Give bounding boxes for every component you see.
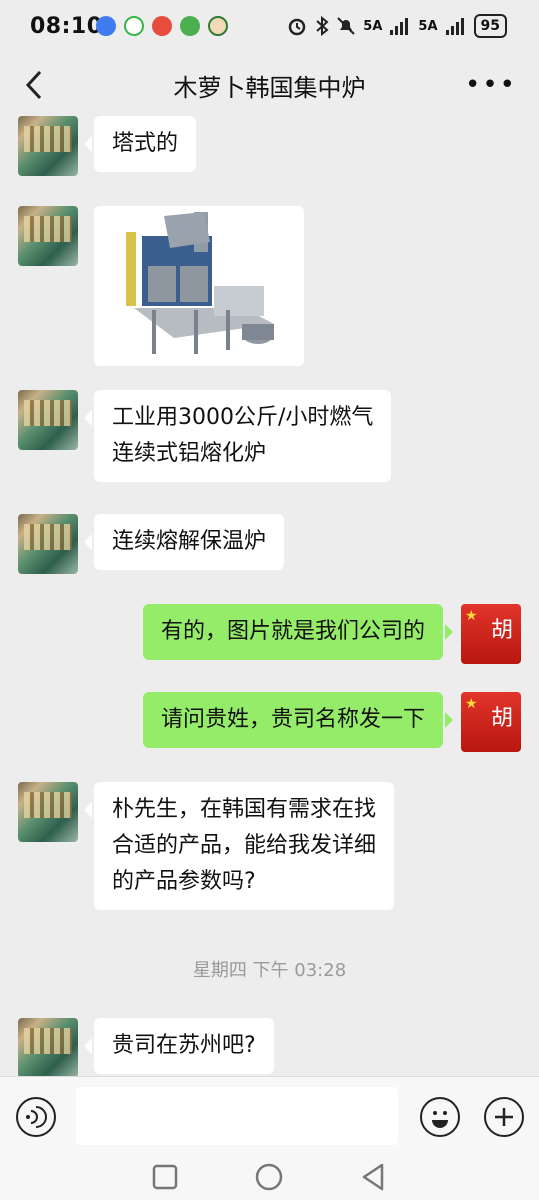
battery-indicator: 95: [473, 14, 507, 38]
chat-message-list[interactable]: 塔式的 工业用3000公斤/小时燃气 连续式铝熔化炉 连续熔解保温炉 ★ 胡 有…: [0, 114, 539, 1076]
avatar-char: 胡: [490, 618, 513, 643]
message-bubble-sent[interactable]: 请问贵姓，贵司名称发一下: [142, 692, 454, 748]
message-text-input[interactable]: [76, 1087, 398, 1145]
chat-title: 木萝卜韩国集中炉: [173, 74, 366, 102]
message-bubble-sent[interactable]: 有的，图片就是我们公司的: [142, 604, 454, 660]
back-nav-icon[interactable]: [360, 1163, 386, 1191]
message-bubble[interactable]: 工业用3000公斤/小时燃气 连续式铝熔化炉: [83, 390, 392, 482]
contact-avatar[interactable]: [18, 206, 78, 266]
message-text: 连续熔解保温炉: [112, 529, 267, 554]
sad-face-icon: [152, 16, 172, 36]
message-text-line: 合适的产品，能给我发详细: [112, 833, 377, 858]
alarm-icon: [289, 18, 306, 36]
system-nav-bar: [0, 1158, 539, 1200]
message-text-line: 朴先生，在韩国有需求在找: [112, 797, 377, 822]
contact-avatar[interactable]: [18, 116, 78, 176]
person-app-icon: [208, 16, 228, 36]
android-icon: [180, 16, 200, 36]
status-indicators: 5A 5A 95: [287, 14, 507, 38]
emoji-icon[interactable]: [420, 1097, 460, 1137]
contact-avatar[interactable]: [18, 390, 78, 450]
message-text-line: 连续式铝熔化炉: [112, 441, 267, 466]
mute-bell-icon: [337, 17, 356, 35]
smiley-face-icon: [432, 1111, 448, 1128]
voice-input-icon[interactable]: [16, 1097, 56, 1137]
chat-app-icon: [124, 16, 144, 36]
message-text: 贵司在苏州吧?: [112, 1033, 256, 1058]
my-avatar[interactable]: ★ 胡: [461, 692, 521, 752]
voice-app-icon: [96, 16, 116, 36]
voice-wave-icon: [26, 1106, 47, 1128]
add-attachment-icon[interactable]: [484, 1097, 524, 1137]
status-app-icons: [96, 16, 228, 36]
message-bubble[interactable]: 贵司在苏州吧?: [84, 1018, 274, 1074]
home-icon[interactable]: [255, 1163, 283, 1191]
star-icon: ★: [465, 696, 478, 712]
recent-apps-icon[interactable]: [152, 1164, 178, 1190]
star-icon: ★: [465, 608, 478, 624]
contact-avatar[interactable]: [18, 782, 78, 842]
message-input-bar: [0, 1076, 539, 1159]
more-options-icon[interactable]: •••: [465, 70, 517, 100]
status-bar: 08:10 5A 5A 95: [0, 0, 539, 56]
bluetooth-icon: [316, 16, 329, 36]
message-bubble[interactable]: 朴先生，在韩国有需求在找 合适的产品，能给我发详细 的产品参数吗?: [83, 782, 395, 910]
contact-avatar[interactable]: [18, 514, 78, 574]
message-bubble[interactable]: 塔式的: [83, 116, 197, 172]
message-text-line: 工业用3000公斤/小时燃气: [112, 405, 374, 430]
chat-header: 木萝卜韩国集中炉 •••: [0, 56, 539, 114]
message-text: 请问贵姓，贵司名称发一下: [160, 707, 425, 732]
my-avatar[interactable]: ★ 胡: [461, 604, 521, 664]
message-bubble[interactable]: 连续熔解保温炉: [83, 514, 285, 570]
contact-avatar[interactable]: [18, 1018, 78, 1076]
signal-icon-2: [445, 18, 464, 35]
signal-icon: [390, 18, 409, 35]
message-text: 塔式的: [112, 131, 179, 156]
image-message[interactable]: [94, 206, 304, 366]
plus-icon: [495, 1108, 513, 1126]
chat-timestamp: 星期四 下午 03:28: [192, 960, 347, 981]
message-text: 有的，图片就是我们公司的: [160, 619, 425, 644]
signal-label-1: 5A: [363, 18, 383, 34]
furnace-image: [94, 206, 304, 366]
status-time: 08:10: [30, 14, 103, 39]
message-text-line: 的产品参数吗?: [112, 869, 256, 894]
signal-label-2: 5A: [418, 18, 438, 34]
avatar-char: 胡: [490, 706, 513, 731]
